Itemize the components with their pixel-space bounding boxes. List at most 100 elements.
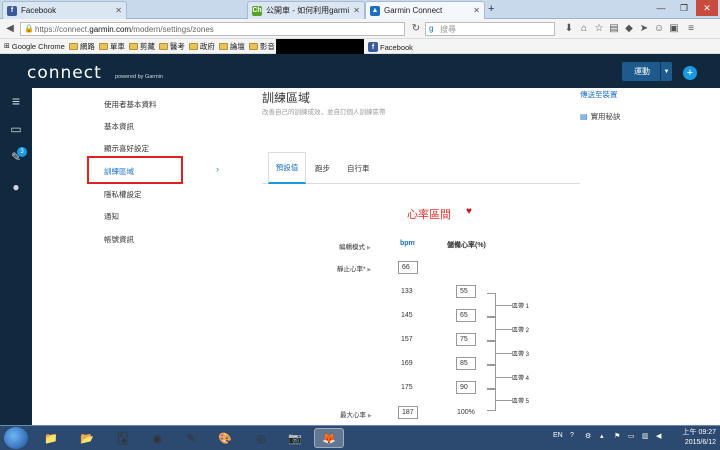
tray-icon[interactable]: ⚙ bbox=[585, 432, 591, 440]
notification-badge: 3 bbox=[17, 147, 27, 157]
zone-pct-input[interactable]: 65 bbox=[456, 309, 476, 322]
new-tab-icon[interactable]: + bbox=[488, 3, 494, 15]
search-input[interactable]: g 搜尋 bbox=[425, 22, 555, 36]
monitor-tray-icon[interactable]: ▭ bbox=[628, 432, 635, 440]
folder-icon bbox=[128, 42, 138, 50]
minimize-icon[interactable]: — bbox=[650, 0, 672, 16]
paint-app-icon[interactable]: 🎨 bbox=[210, 428, 240, 448]
folder-app-icon[interactable]: 📂 bbox=[72, 428, 102, 448]
resting-hr-input[interactable]: 66 bbox=[398, 261, 418, 274]
connect-logo[interactable]: connect bbox=[27, 63, 102, 83]
bookmark-star-icon[interactable]: ☆ bbox=[593, 23, 605, 35]
start-button[interactable] bbox=[4, 427, 28, 449]
add-icon[interactable]: + bbox=[683, 66, 697, 80]
zone-bpm: 169 bbox=[401, 360, 413, 367]
tab-running[interactable]: 跑步 bbox=[315, 163, 330, 174]
zone-label: 區帶 3 bbox=[512, 352, 530, 358]
bookmark-folder[interactable]: 剪藏 bbox=[128, 41, 155, 52]
download-icon[interactable]: ⬇ bbox=[563, 23, 575, 35]
bookmark-folder[interactable]: 影音 bbox=[248, 41, 275, 52]
reload-icon[interactable]: ↻ bbox=[410, 23, 422, 35]
camera-app-icon[interactable]: 📷 bbox=[280, 428, 310, 448]
settings-nav-privacy[interactable]: 隱私權設定 bbox=[104, 189, 142, 200]
folder-icon bbox=[188, 42, 198, 50]
browser-tab-article[interactable]: Ch 公開車 - 如何利用garmin... ✕ bbox=[247, 1, 365, 19]
chat-icon[interactable]: ☺ bbox=[653, 23, 665, 35]
close-tab-icon[interactable]: ✕ bbox=[473, 6, 480, 15]
clock[interactable]: 上午 09:27 2015/6/12 bbox=[668, 428, 716, 448]
edit-mode-selector[interactable]: 編輯模式 ▶ bbox=[339, 241, 371, 251]
reading-list-icon[interactable]: ▤ bbox=[608, 23, 620, 35]
tool-app-icon[interactable]: ✎ bbox=[176, 428, 206, 448]
bookmark-folder[interactable]: 論壇 bbox=[218, 41, 245, 52]
back-icon[interactable]: ◀ bbox=[4, 23, 16, 35]
line-app-icon[interactable]: ◎ bbox=[246, 428, 276, 448]
close-tab-icon[interactable]: ✕ bbox=[115, 6, 122, 15]
profile-icon[interactable]: ● bbox=[8, 180, 24, 194]
bpm-header: bpm bbox=[400, 240, 415, 247]
zone-bracket bbox=[487, 341, 496, 365]
game-app-icon[interactable]: 🂡 bbox=[108, 428, 138, 448]
close-tab-icon[interactable]: ✕ bbox=[353, 6, 360, 15]
hamburger-menu-icon[interactable]: ≡ bbox=[8, 94, 24, 108]
zone-connector bbox=[496, 377, 512, 378]
zone-pct-input[interactable]: 55 bbox=[456, 285, 476, 298]
chrome-icon[interactable]: ◉ bbox=[142, 428, 172, 448]
activity-button[interactable]: 運動 ▼ bbox=[622, 62, 672, 81]
zone-bracket bbox=[487, 389, 496, 411]
bookmark-folder[interactable]: 醫考 bbox=[158, 41, 185, 52]
settings-nav-training-zones[interactable]: 訓練區域 bbox=[104, 166, 134, 177]
settings-nav-basic-info[interactable]: 基本資訊 bbox=[104, 121, 134, 132]
zone-bracket bbox=[487, 365, 496, 389]
pocket-icon[interactable]: ◆ bbox=[623, 23, 635, 35]
triangle-right-icon: ▶ bbox=[366, 245, 371, 251]
close-window-icon[interactable]: ✕ bbox=[696, 0, 718, 16]
send-to-device-link[interactable]: 傳送至裝置 bbox=[580, 89, 618, 100]
menu-icon[interactable]: ≡ bbox=[685, 23, 697, 35]
heart-icon: ♥ bbox=[466, 206, 472, 217]
zone-connector bbox=[496, 329, 512, 330]
settings-nav-account[interactable]: 帳號資訊 bbox=[104, 234, 134, 245]
send-icon[interactable]: ➤ bbox=[638, 23, 650, 35]
zone-bpm: 145 bbox=[401, 312, 413, 319]
settings-nav-notifications[interactable]: 通知 bbox=[104, 211, 119, 222]
tab-default[interactable]: 預設值 bbox=[268, 152, 306, 184]
bookmark-folder[interactable]: 政府 bbox=[188, 41, 215, 52]
grid-icon: ⊞ bbox=[4, 43, 10, 50]
max-hr-input[interactable]: 187 bbox=[398, 406, 418, 419]
inbox-icon[interactable]: ▭ bbox=[8, 122, 24, 136]
bookmark-folder[interactable]: 網路 bbox=[68, 41, 95, 52]
browser-tab-facebook[interactable]: f Facebook ✕ bbox=[2, 1, 127, 19]
volume-tray-icon[interactable]: ◀ bbox=[656, 432, 661, 440]
app-header: connect powered by Garmin 運動 ▼ bbox=[0, 54, 720, 88]
file-explorer-icon[interactable]: 📁 bbox=[36, 428, 66, 448]
tab-divider bbox=[262, 183, 580, 184]
zone-pct-input[interactable]: 75 bbox=[456, 333, 476, 346]
home-icon[interactable]: ⌂ bbox=[578, 23, 590, 35]
settings-nav-display[interactable]: 顯示喜好設定 bbox=[104, 143, 149, 154]
zone-pct-input[interactable]: 85 bbox=[456, 357, 476, 370]
zone-pct-input[interactable]: 90 bbox=[456, 381, 476, 394]
help-tray-icon[interactable]: ? bbox=[570, 432, 574, 439]
tab-cycling[interactable]: 自行車 bbox=[347, 163, 370, 174]
page-subtitle: 改善自己的訓練成效，並自訂個人訓練區帶 bbox=[262, 109, 386, 116]
browser-tab-garmin-connect[interactable]: ▲ Garmin Connect ✕ bbox=[365, 1, 485, 19]
addon-icon[interactable]: ▣ bbox=[668, 23, 680, 35]
language-indicator[interactable]: EN bbox=[553, 432, 563, 439]
address-bar[interactable]: 🔒 https://connect. garmin.com/modern/sett… bbox=[20, 22, 405, 36]
network-tray-icon[interactable]: ▥ bbox=[642, 432, 649, 440]
bookmark-facebook[interactable]: f Facebook bbox=[368, 42, 413, 52]
flag-tray-icon[interactable]: ⚑ bbox=[614, 432, 620, 440]
settings-nav-profile[interactable]: 使用者基本資料 bbox=[104, 99, 157, 110]
chevron-down-icon[interactable]: ▼ bbox=[660, 62, 672, 81]
tips-icon: ▤ bbox=[580, 112, 588, 121]
firefox-icon[interactable]: 🦊 bbox=[314, 428, 344, 448]
tips-link[interactable]: ▤ 實用秘訣 bbox=[580, 111, 621, 122]
triangle-right-icon: ▶ bbox=[367, 413, 372, 419]
tray-icon[interactable]: ▴ bbox=[600, 432, 604, 440]
zone-bpm: 157 bbox=[401, 336, 413, 343]
bookmark-folder[interactable]: 單車 bbox=[98, 41, 125, 52]
bookmark-google-chrome[interactable]: ⊞ Google Chrome bbox=[4, 42, 65, 51]
facebook-icon: f bbox=[368, 42, 378, 52]
maximize-icon[interactable]: ❐ bbox=[673, 0, 695, 16]
